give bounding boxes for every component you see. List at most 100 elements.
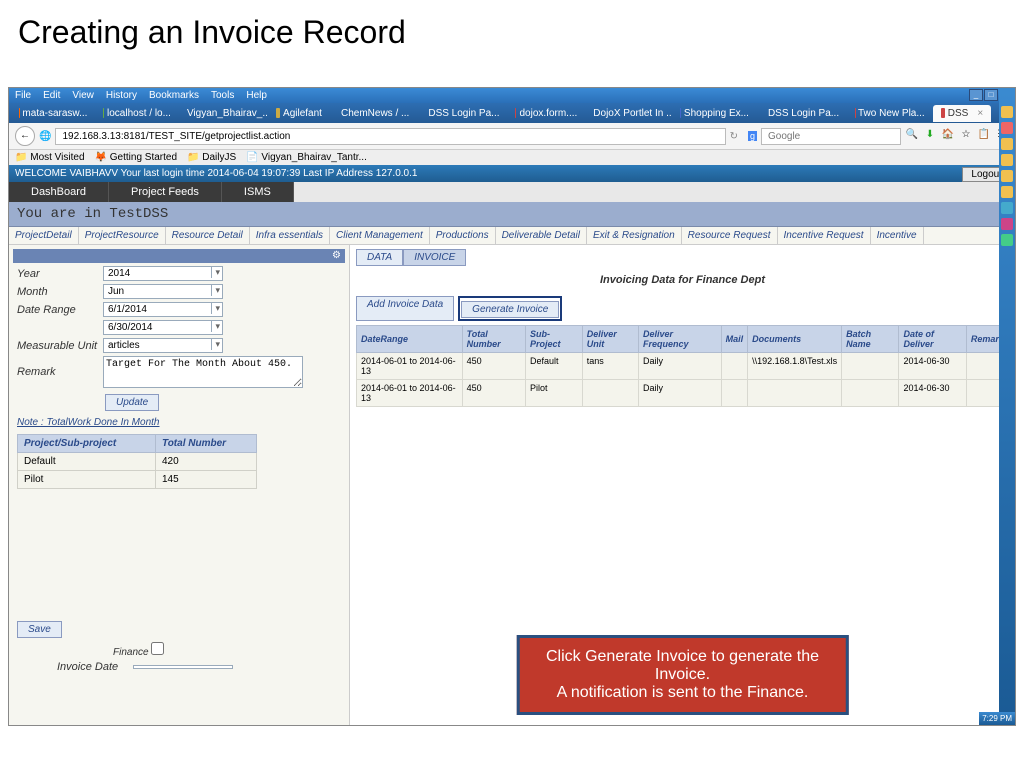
search-icon[interactable]: 🔍 [905,129,919,143]
bookmarks-bar: 📁 Most Visited 🦊 Getting Started 📁 Daily… [9,149,1015,165]
tab-icon [941,108,945,118]
clipboard-icon[interactable]: 📋 [977,129,991,143]
back-button[interactable]: ← [15,126,35,146]
left-panel: ⚙ Year2014 MonthJun Date Range6/1/2014 6… [9,245,349,725]
taskbar-dock [999,88,1015,725]
menu-bookmarks[interactable]: Bookmarks [149,90,199,101]
table-row[interactable]: 2014-06-01 to 2014-06-13450DefaulttansDa… [357,353,1009,380]
table-row[interactable]: Default420 [18,453,257,471]
dock-icon[interactable] [1001,138,1013,150]
tooltip-callout: Click Generate Invoice to generate the I… [516,635,849,715]
reload-icon[interactable]: ↻ [730,131,738,142]
menu-tools[interactable]: Tools [211,90,234,101]
sub-tab-productions[interactable]: Productions [430,227,496,244]
sub-tab-incentive-request[interactable]: Incentive Request [778,227,871,244]
tab-7[interactable]: DojoX Portlet In ... [585,105,672,122]
tab-0[interactable]: mata-sarasw... [11,105,95,122]
menu-edit[interactable]: Edit [43,90,60,101]
sub-tab-resource-request[interactable]: Resource Request [682,227,778,244]
col-project: Project/Sub-project [18,435,156,453]
dock-icon[interactable] [1001,170,1013,182]
add-invoice-button[interactable]: Add Invoice Data [356,296,454,321]
finance-label: Finance [113,647,149,658]
save-button[interactable]: Save [17,621,62,638]
year-select[interactable]: 2014 [103,266,223,281]
sub-tab-incentive[interactable]: Incentive [871,227,924,244]
content-area: ⚙ Year2014 MonthJun Date Range6/1/2014 6… [9,245,1015,725]
maximize-icon[interactable]: □ [984,89,998,101]
download-icon[interactable]: ⬇ [923,129,937,143]
tab-10[interactable]: Two New Pla... [847,105,933,122]
sub-tab-client[interactable]: Client Management [330,227,430,244]
sub-tab-projectresource[interactable]: ProjectResource [79,227,166,244]
tab-6[interactable]: dojox.form.... [507,105,585,122]
app-tab-isms[interactable]: ISMS [222,182,294,202]
dock-icon[interactable] [1001,106,1013,118]
system-clock: 7:29 PM [979,712,1015,725]
dock-icon[interactable] [1001,186,1013,198]
unit-select[interactable]: articles [103,338,223,353]
generate-invoice-button[interactable]: Generate Invoice [461,301,559,318]
invoice-date-input[interactable] [133,665,233,669]
panel-header: ⚙ [13,249,345,263]
col-deliverunit: Deliver Unit [582,326,638,353]
search-input[interactable] [761,128,901,145]
app-tab-dashboard[interactable]: DashBoard [9,182,109,202]
date-from[interactable]: 6/1/2014 [103,302,223,317]
col-subproject: Sub-Project [526,326,583,353]
date-to[interactable]: 6/30/2014 [103,320,223,335]
sub-tabs: ProjectDetail ProjectResource Resource D… [9,227,1015,245]
gear-icon[interactable]: ⚙ [332,250,341,261]
menu-history[interactable]: History [106,90,137,101]
sub-tab-resource-detail[interactable]: Resource Detail [166,227,250,244]
tab-5[interactable]: DSS Login Pa... [417,105,507,122]
tab-9[interactable]: DSS Login Pa... [757,105,847,122]
sub-tab-infra[interactable]: Infra essentials [250,227,330,244]
url-bar: ← 🌐 ↻ g 🔍 ⬇ 🏠 ☆ 📋 ☰ [9,123,1015,149]
remark-label: Remark [13,366,103,378]
menu-file[interactable]: File [15,90,31,101]
tab-active[interactable]: DSS× [933,105,991,122]
year-label: Year [13,268,103,280]
dock-icon[interactable] [1001,234,1013,246]
tab-bar: mata-sarasw... localhost / lo... Vigyan_… [9,103,1015,123]
update-button[interactable]: Update [105,394,159,411]
remark-input[interactable] [103,356,303,388]
star-icon[interactable]: ☆ [959,129,973,143]
table-row[interactable]: Pilot145 [18,471,257,489]
tab-4[interactable]: ChemNews / ... [330,105,417,122]
tab-8[interactable]: Shopping Ex... [672,105,756,122]
tab-invoice[interactable]: INVOICE [403,249,466,266]
menu-view[interactable]: View [72,90,94,101]
google-icon: g [748,131,757,141]
bookmark-vigyan[interactable]: 📄 Vigyan_Bhairav_Tantr... [246,152,367,163]
col-daterange: DateRange [357,326,463,353]
url-input[interactable] [55,128,725,145]
dock-icon[interactable] [1001,122,1013,134]
app-tab-project-feeds[interactable]: Project Feeds [109,182,222,202]
bookmark-dailyjs[interactable]: 📁 DailyJS [187,152,236,163]
tab-2[interactable]: Vigyan_Bhairav_... [179,105,268,122]
right-panel: DATA INVOICE Invoicing Data for Finance … [349,245,1015,725]
sub-tab-exit[interactable]: Exit & Resignation [587,227,682,244]
home-icon[interactable]: 🏠 [941,129,955,143]
menu-help[interactable]: Help [246,90,267,101]
bookmark-getting-started[interactable]: 🦊 Getting Started [95,152,178,163]
dock-icon[interactable] [1001,202,1013,214]
invoice-date-label: Invoice Date [53,661,133,673]
slide-title: Creating an Invoice Record [0,0,1024,57]
minimize-icon[interactable]: _ [969,89,983,101]
sub-tab-projectdetail[interactable]: ProjectDetail [9,227,79,244]
dock-icon[interactable] [1001,218,1013,230]
tab-data[interactable]: DATA [356,249,403,266]
tab-3[interactable]: Agilefant [268,105,330,122]
tab-1[interactable]: localhost / lo... [95,105,178,122]
sub-tab-deliverable[interactable]: Deliverable Detail [496,227,587,244]
table-row[interactable]: 2014-06-01 to 2014-06-13450PilotDaily201… [357,380,1009,407]
bookmark-most-visited[interactable]: 📁 Most Visited [15,152,85,163]
finance-checkbox[interactable] [151,642,164,655]
col-dateofdeliver: Date of Deliver [899,326,966,353]
tab-icon [276,108,280,118]
dock-icon[interactable] [1001,154,1013,166]
month-select[interactable]: Jun [103,284,223,299]
